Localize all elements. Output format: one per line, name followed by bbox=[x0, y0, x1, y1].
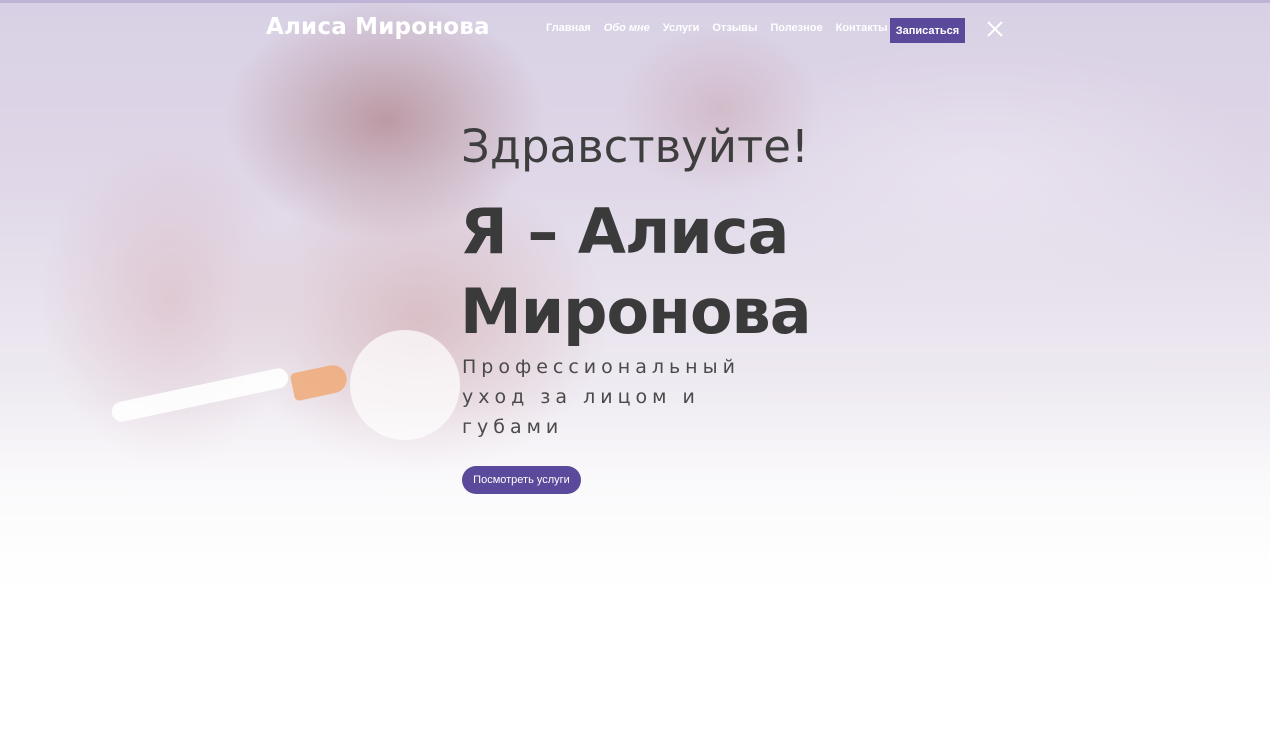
hero-greeting: Здравствуйте! bbox=[461, 120, 809, 173]
brush-tip-shape bbox=[289, 362, 350, 402]
book-button[interactable]: Записаться bbox=[890, 18, 965, 43]
nav-item-about[interactable]: Обо мне bbox=[604, 22, 650, 38]
main-nav: Главная Обо мне Услуги Отзывы Полезное К… bbox=[546, 22, 900, 38]
hero-title: Я – Алиса Миронова bbox=[460, 195, 812, 348]
nav-item-contacts[interactable]: Контакты bbox=[836, 22, 888, 38]
hero-subtitle: Профессиональный уход за лицом и губами bbox=[462, 356, 740, 438]
view-services-button[interactable]: Посмотреть услуги bbox=[462, 466, 581, 494]
nav-item-useful[interactable]: Полезное bbox=[770, 22, 822, 38]
nav-item-reviews[interactable]: Отзывы bbox=[712, 22, 757, 38]
nav-item-home[interactable]: Главная bbox=[546, 22, 591, 38]
nav-item-services[interactable]: Услуги bbox=[663, 22, 700, 38]
top-border bbox=[0, 0, 1270, 3]
close-icon[interactable] bbox=[985, 19, 1005, 39]
site-logo[interactable]: Алиса Миронова bbox=[266, 14, 490, 40]
